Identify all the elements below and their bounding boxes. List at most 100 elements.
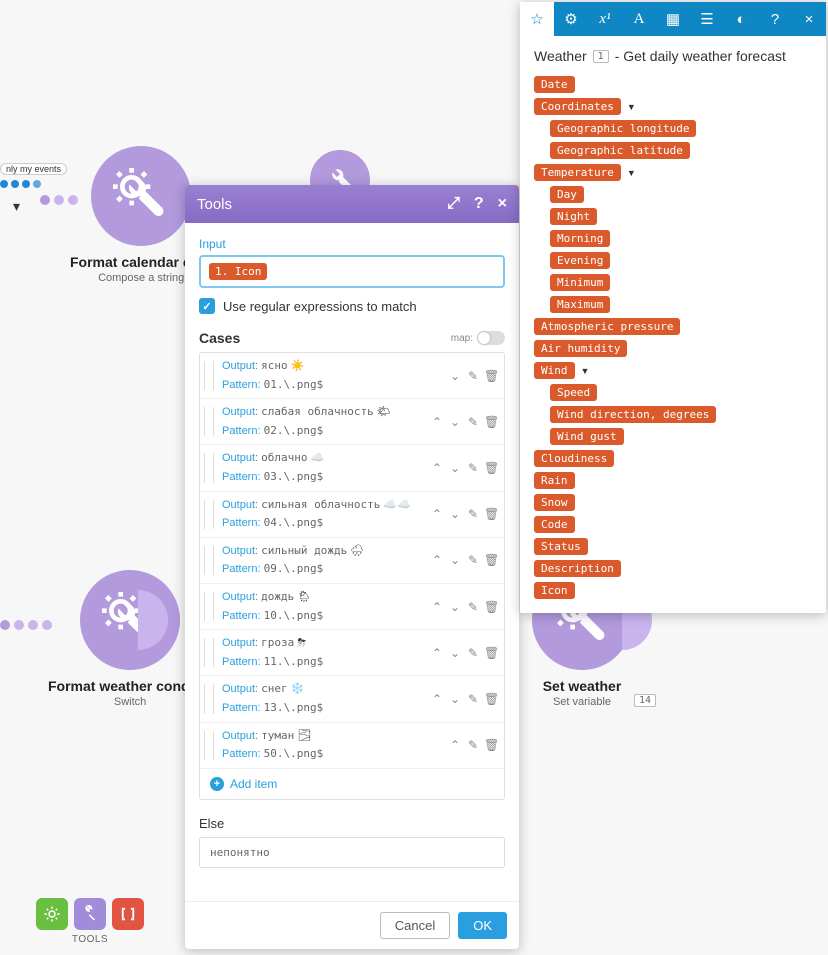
close-icon[interactable]: ×	[498, 195, 507, 213]
caret-down-icon[interactable]: ▼	[627, 168, 636, 178]
else-input[interactable]: непонятно	[199, 837, 505, 868]
edit-icon[interactable]: ✎	[466, 600, 480, 614]
case-text[interactable]: Output: снег ❄️Pattern: 13.\.png$	[222, 680, 424, 717]
move-up-icon[interactable]: ⌃	[430, 415, 444, 429]
tree-chip[interactable]: Maximum	[550, 296, 610, 313]
tree-item[interactable]: Status	[534, 538, 588, 555]
tree-chip[interactable]: Geographic latitude	[550, 142, 690, 159]
tree-child[interactable]: Wind gust	[550, 428, 624, 445]
tree-child[interactable]: Geographic latitude	[550, 142, 690, 159]
delete-icon[interactable]: 🗑	[484, 461, 498, 475]
drag-handle-icon[interactable]	[204, 407, 214, 436]
tab-star[interactable]: ☆	[520, 2, 554, 36]
tree-chip[interactable]: Wind	[534, 362, 575, 379]
tree-item[interactable]: Temperature ▼	[534, 164, 636, 181]
map-toggle[interactable]: map:	[451, 331, 505, 345]
input-tag[interactable]: 1. Icon	[209, 263, 267, 280]
drag-handle-icon[interactable]	[204, 453, 214, 482]
tree-item[interactable]: Code	[534, 516, 575, 533]
drag-handle-icon[interactable]	[204, 684, 214, 713]
tree-child[interactable]: Minimum	[550, 274, 610, 291]
tree-item[interactable]: Snow	[534, 494, 575, 511]
case-text[interactable]: Output: слабая облачность 🌤Pattern: 02.\…	[222, 403, 424, 440]
drag-handle-icon[interactable]	[204, 361, 214, 390]
checkbox-icon[interactable]: ✓	[199, 298, 215, 314]
ok-button[interactable]: OK	[458, 912, 507, 939]
case-text[interactable]: Output: сильная облачность ☁️☁️Pattern: …	[222, 496, 424, 533]
regex-checkbox-row[interactable]: ✓ Use regular expressions to match	[199, 298, 505, 314]
tree-chip[interactable]: Wind gust	[550, 428, 624, 445]
expand-icon[interactable]: ⤢	[447, 195, 460, 213]
panel-help-icon[interactable]: ?	[758, 2, 792, 36]
tree-item[interactable]: Description	[534, 560, 621, 577]
tree-chip[interactable]: Wind direction, degrees	[550, 406, 716, 423]
tree-chip[interactable]: Icon	[534, 582, 575, 599]
move-down-icon[interactable]: ⌄	[448, 461, 462, 475]
delete-icon[interactable]: 🗑	[484, 369, 498, 383]
edit-icon[interactable]: ✎	[466, 646, 480, 660]
tab-list[interactable]: ☰	[690, 2, 724, 36]
tree-item[interactable]: Air humidity	[534, 340, 627, 357]
chip-brackets[interactable]	[112, 898, 144, 930]
cancel-button[interactable]: Cancel	[380, 912, 450, 939]
tab-gear[interactable]: ⚙	[554, 2, 588, 36]
tree-item[interactable]: Cloudiness	[534, 450, 614, 467]
panel-close-icon[interactable]: ×	[792, 2, 826, 36]
delete-icon[interactable]: 🗑	[484, 738, 498, 752]
tree-chip[interactable]: Day	[550, 186, 584, 203]
tab-calendar[interactable]: ▦	[656, 2, 690, 36]
tree-chip[interactable]: Coordinates	[534, 98, 621, 115]
tab-x1[interactable]: x¹	[588, 2, 622, 36]
tree-child[interactable]: Geographic longitude	[550, 120, 696, 137]
move-down-icon[interactable]: ⌄	[448, 507, 462, 521]
tree-child[interactable]: Speed	[550, 384, 597, 401]
tree-item[interactable]: Wind ▼	[534, 362, 589, 379]
tree-child[interactable]: Evening	[550, 252, 610, 269]
move-down-icon[interactable]: ⌄	[448, 646, 462, 660]
edit-icon[interactable]: ✎	[466, 692, 480, 706]
case-text[interactable]: Output: ясно ☀️Pattern: 01.\.png$	[222, 357, 442, 394]
move-down-icon[interactable]: ⌄	[448, 415, 462, 429]
drag-handle-icon[interactable]	[204, 638, 214, 667]
tree-child[interactable]: Wind direction, degrees	[550, 406, 716, 423]
edit-icon[interactable]: ✎	[466, 461, 480, 475]
add-item-button[interactable]: +Add item	[200, 769, 504, 799]
delete-icon[interactable]: 🗑	[484, 646, 498, 660]
delete-icon[interactable]: 🗑	[484, 507, 498, 521]
case-text[interactable]: Output: сильный дождь 🌧Pattern: 09.\.png…	[222, 542, 424, 579]
caret-down-icon[interactable]: ▼	[581, 366, 590, 376]
tree-chip[interactable]: Status	[534, 538, 588, 555]
tree-item[interactable]: Icon	[534, 582, 575, 599]
move-down-icon[interactable]: ⌄	[448, 369, 462, 383]
move-down-icon[interactable]: ⌄	[448, 553, 462, 567]
drag-handle-icon[interactable]	[204, 592, 214, 621]
move-down-icon[interactable]: ⌄	[448, 692, 462, 706]
tree-item[interactable]: Coordinates ▼	[534, 98, 636, 115]
input-field[interactable]: 1. Icon	[199, 255, 505, 288]
edit-icon[interactable]: ✎	[466, 553, 480, 567]
help-icon[interactable]: ?	[474, 195, 484, 213]
tree-chip[interactable]: Description	[534, 560, 621, 577]
edit-icon[interactable]: ✎	[466, 507, 480, 521]
edit-icon[interactable]: ✎	[466, 415, 480, 429]
tree-chip[interactable]: Minimum	[550, 274, 610, 291]
delete-icon[interactable]: 🗑	[484, 600, 498, 614]
tree-chip[interactable]: Atmospheric pressure	[534, 318, 680, 335]
move-up-icon[interactable]: ⌃	[430, 553, 444, 567]
funnel-icon[interactable]: ▾	[13, 198, 20, 215]
drag-handle-icon[interactable]	[204, 546, 214, 575]
move-up-icon[interactable]: ⌃	[430, 646, 444, 660]
move-up-icon[interactable]: ⌃	[430, 692, 444, 706]
move-up-icon[interactable]: ⌃	[448, 738, 462, 752]
case-text[interactable]: Output: облачно ☁️Pattern: 03.\.png$	[222, 449, 424, 486]
delete-icon[interactable]: 🗑	[484, 692, 498, 706]
chip-wrench[interactable]	[74, 898, 106, 930]
move-up-icon[interactable]: ⌃	[430, 600, 444, 614]
tree-chip[interactable]: Cloudiness	[534, 450, 614, 467]
caret-down-icon[interactable]: ▼	[627, 102, 636, 112]
tree-item[interactable]: Rain	[534, 472, 575, 489]
case-text[interactable]: Output: дождь 🌦Pattern: 10.\.png$	[222, 588, 424, 625]
tab-text[interactable]: A	[622, 2, 656, 36]
drag-handle-icon[interactable]	[204, 500, 214, 529]
edit-icon[interactable]: ✎	[466, 738, 480, 752]
